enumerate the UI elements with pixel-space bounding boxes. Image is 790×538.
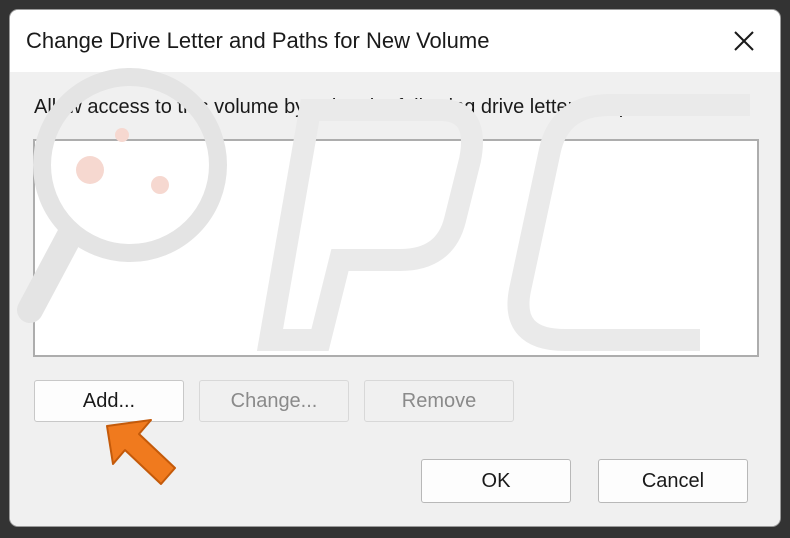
title-bar: Change Drive Letter and Paths for New Vo… (10, 10, 780, 72)
add-button[interactable]: Add... (34, 380, 184, 422)
dialog-title: Change Drive Letter and Paths for New Vo… (26, 28, 490, 53)
drive-paths-list[interactable] (33, 139, 759, 357)
ok-button[interactable]: OK (421, 459, 571, 503)
close-button[interactable] (708, 10, 780, 72)
orange-arrow-icon (106, 419, 176, 485)
change-button[interactable]: Change... (199, 380, 349, 422)
close-icon (734, 31, 754, 51)
cancel-button[interactable]: Cancel (598, 459, 748, 503)
instruction-label: Allow access to this volume by using the… (34, 96, 674, 118)
change-drive-letter-dialog: Change Drive Letter and Paths for New Vo… (10, 10, 780, 526)
remove-button[interactable]: Remove (364, 380, 514, 422)
screenshot-frame: Change Drive Letter and Paths for New Vo… (0, 0, 790, 538)
